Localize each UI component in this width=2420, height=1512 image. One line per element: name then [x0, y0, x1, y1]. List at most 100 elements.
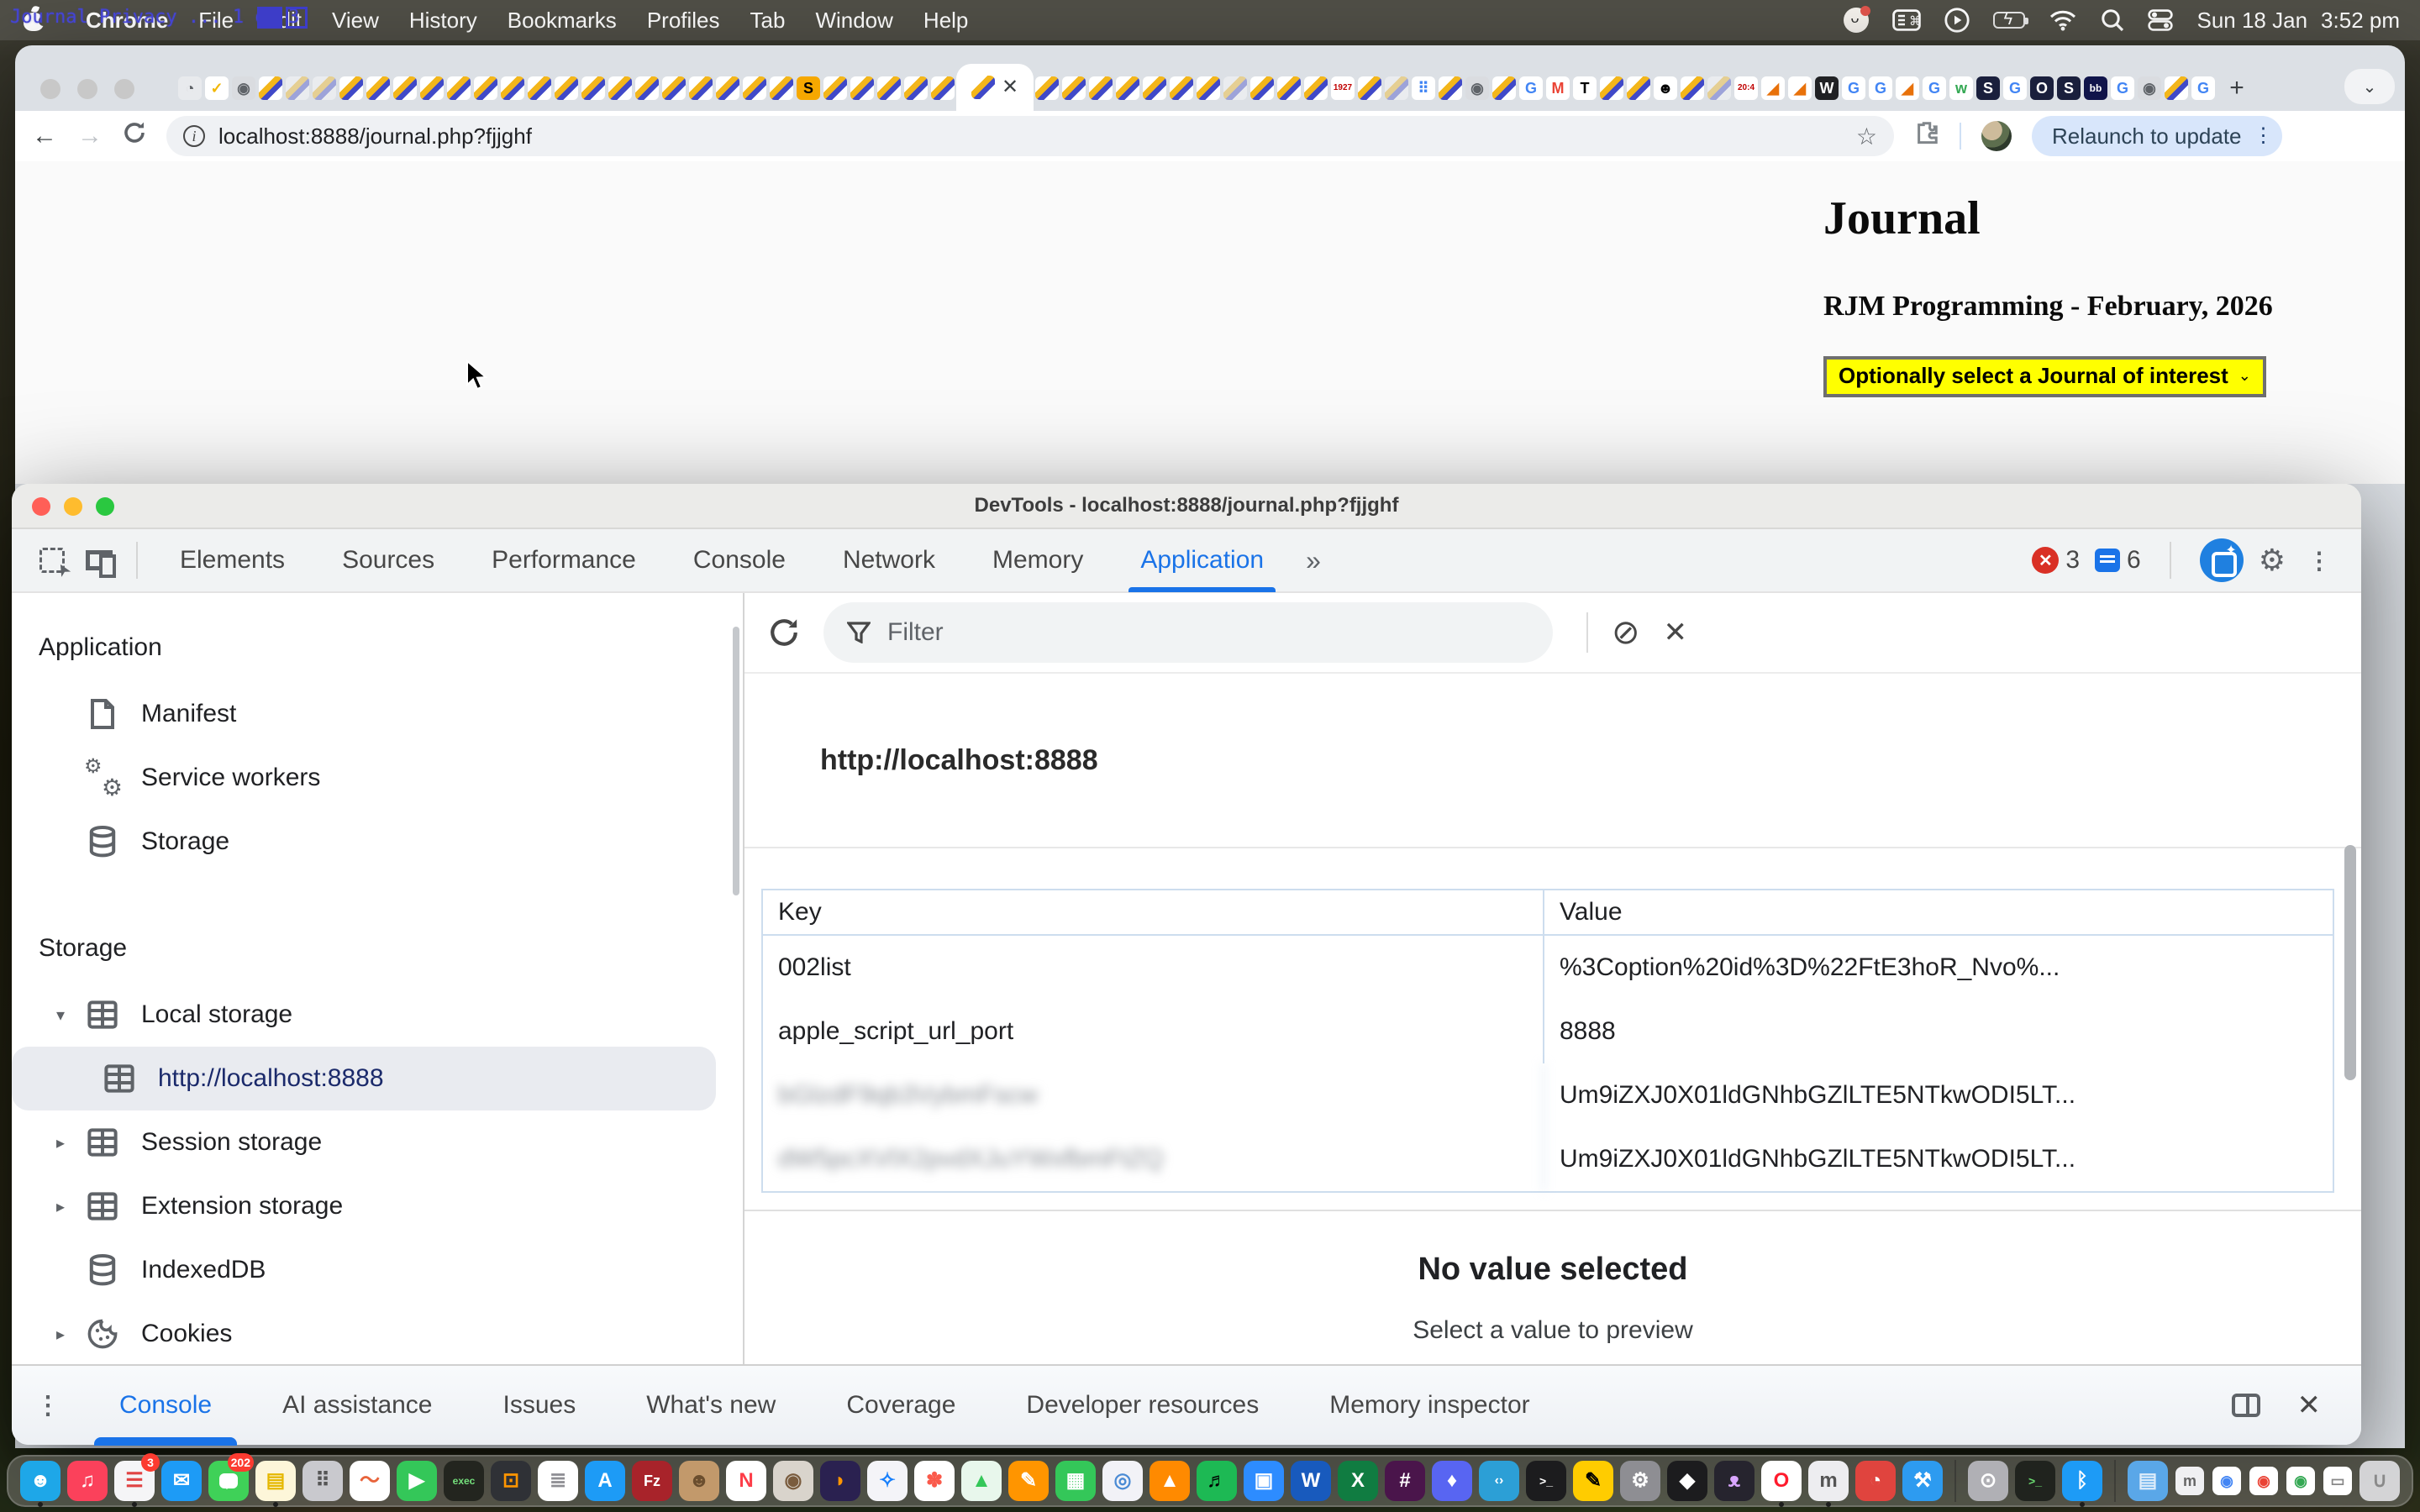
filter-box[interactable] — [823, 602, 1553, 663]
browser-tab[interactable] — [1168, 66, 1195, 111]
journal-select-dropdown[interactable]: Optionally select a Journal of interest … — [1823, 356, 2266, 397]
browser-tab[interactable]: G — [2109, 66, 2136, 111]
browser-tab[interactable] — [902, 66, 929, 111]
expander-icon[interactable]: ▸ — [49, 1196, 72, 1217]
browser-tab[interactable]: G — [1867, 66, 1894, 111]
dock-icon-weather[interactable]: 〜 — [348, 1455, 392, 1507]
browser-tab[interactable]: ☻ — [1652, 66, 1679, 111]
drawer-tab-console[interactable]: Console — [84, 1365, 247, 1446]
browser-tab[interactable] — [1249, 66, 1276, 111]
browser-tab[interactable]: 20:4 — [1733, 66, 1760, 111]
drawer-tab-memory-inspector[interactable]: Memory inspector — [1294, 1365, 1565, 1446]
clear-all-icon[interactable]: ⊘ — [1612, 613, 1640, 652]
browser-tab[interactable] — [1034, 66, 1060, 111]
table-row[interactable]: 002list%3Coption%20id%3D%22FtE3hoR_Nvo%.… — [763, 936, 2333, 1000]
dock-icon-terminal[interactable]: exec — [442, 1455, 486, 1507]
profile-avatar[interactable] — [1981, 121, 2012, 151]
browser-tab[interactable] — [338, 66, 365, 111]
dock-icon-calculator[interactable]: ⊡ — [489, 1455, 533, 1507]
close-drawer-icon[interactable]: ✕ — [2297, 1389, 2322, 1422]
more-panels-icon[interactable]: » — [1292, 545, 1331, 576]
tab-application[interactable]: Application — [1112, 528, 1292, 592]
browser-tab[interactable] — [1087, 66, 1114, 111]
dock-icon-speedtest[interactable]: ◔ — [1854, 1455, 1897, 1507]
browser-tab[interactable] — [822, 66, 849, 111]
panel-scrollbar[interactable] — [2344, 845, 2356, 1080]
browser-tab[interactable]: G — [1921, 66, 1948, 111]
address-bar[interactable]: i ☆ — [166, 116, 1894, 156]
drawer-tab-developer-resources[interactable]: Developer resources — [991, 1365, 1294, 1446]
menu-view[interactable]: View — [317, 0, 394, 40]
tab-sources[interactable]: Sources — [313, 528, 463, 592]
browser-tab[interactable]: O — [2028, 66, 2055, 111]
issues-badge[interactable]: 6 — [2095, 546, 2141, 575]
sidebar-item-indexeddb[interactable]: IndexedDB — [12, 1238, 743, 1302]
browser-tab[interactable]: ◉ — [2136, 66, 2163, 111]
battery-icon[interactable]: ϟ — [1993, 7, 2025, 34]
origin-header-row[interactable]: http://localhost:8888 — [744, 674, 2361, 848]
browser-tab[interactable] — [1276, 66, 1302, 111]
dock-icon-finder[interactable]: ☻ — [18, 1455, 62, 1507]
browser-tab[interactable]: ◢ — [1786, 66, 1813, 111]
browser-tab[interactable]: bb — [2082, 66, 2109, 111]
dock-icon-mattermost-mini[interactable]: m — [2173, 1455, 2207, 1507]
browser-tab[interactable] — [1195, 66, 1222, 111]
browser-tab[interactable]: W — [1813, 66, 1840, 111]
dock-icon-textedit[interactable]: ≣ — [536, 1455, 580, 1507]
browser-tab[interactable]: 1927 — [1329, 66, 1356, 111]
close-tab-icon[interactable]: ✕ — [1002, 77, 1018, 97]
error-badge[interactable]: ✕ 3 — [2032, 546, 2080, 575]
browser-tab[interactable] — [257, 66, 284, 111]
drawer-tab-what-s-new[interactable]: What's new — [611, 1365, 811, 1446]
browser-tab[interactable]: S — [795, 66, 822, 111]
dock-icon-reminders[interactable]: ☰3 — [113, 1455, 156, 1507]
dock-icon-news[interactable]: N — [724, 1455, 768, 1507]
browser-tab[interactable] — [1491, 66, 1518, 111]
zoom-window-icon[interactable] — [114, 79, 134, 99]
browser-tab[interactable]: G — [2190, 66, 2217, 111]
back-icon[interactable]: ← — [32, 122, 57, 150]
drawer-tab-ai-assistance[interactable]: AI assistance — [247, 1365, 467, 1446]
dock-icon-notes[interactable]: ▤ — [254, 1455, 297, 1507]
extensions-icon[interactable] — [1914, 120, 1939, 152]
browser-tab[interactable] — [687, 66, 714, 111]
browser-tab[interactable]: G — [1840, 66, 1867, 111]
browser-tab[interactable] — [1114, 66, 1141, 111]
browser-tab[interactable] — [1141, 66, 1168, 111]
menu-tab[interactable]: Tab — [735, 0, 801, 40]
browser-tab[interactable] — [365, 66, 392, 111]
browser-tab[interactable] — [660, 66, 687, 111]
browser-tab[interactable] — [1437, 66, 1464, 111]
browser-tab[interactable]: ◔ — [176, 66, 203, 111]
browser-tab[interactable]: G — [2002, 66, 2028, 111]
browser-tab[interactable] — [445, 66, 472, 111]
dock-icon-facetime[interactable]: ▶ — [395, 1455, 439, 1507]
browser-tab[interactable]: ◉ — [230, 66, 257, 111]
url-input[interactable] — [218, 123, 1843, 150]
browser-tab[interactable]: ◢ — [1894, 66, 1921, 111]
dock-icon-word[interactable]: W — [1289, 1455, 1333, 1507]
browser-tab[interactable] — [311, 66, 338, 111]
bookmark-star-icon[interactable]: ☆ — [1856, 123, 1877, 150]
browser-tab[interactable] — [2163, 66, 2190, 111]
dock-icon-filezilla[interactable]: Fz — [630, 1455, 674, 1507]
browser-tab[interactable] — [284, 66, 311, 111]
menu-window[interactable]: Window — [800, 0, 908, 40]
dock-icon-mail[interactable]: ✉ — [160, 1455, 203, 1507]
browser-tab[interactable] — [580, 66, 607, 111]
dock-icon-sketch[interactable]: ✎ — [1571, 1455, 1615, 1507]
minimize-window-icon[interactable] — [77, 79, 97, 99]
dock-icon-iterm[interactable]: >_ — [1524, 1455, 1568, 1507]
reload-icon[interactable] — [123, 121, 146, 151]
menu-bookmarks[interactable]: Bookmarks — [492, 0, 632, 40]
delete-selected-icon[interactable]: ✕ — [1664, 616, 1688, 649]
dock-icon-spotify[interactable]: ♬ — [1195, 1455, 1239, 1507]
dock-icon-opera[interactable]: O — [1760, 1455, 1803, 1507]
dock-icon-settings[interactable]: ⚙ — [1618, 1455, 1662, 1507]
tab-console[interactable]: Console — [665, 528, 814, 592]
dock-icon-photos[interactable]: ✽ — [913, 1455, 956, 1507]
device-toolbar-icon[interactable] — [76, 538, 123, 582]
app-notification-icon[interactable] — [1844, 7, 1869, 34]
refresh-icon[interactable] — [768, 617, 800, 648]
screen-mirroring-icon[interactable] — [1944, 7, 1970, 34]
